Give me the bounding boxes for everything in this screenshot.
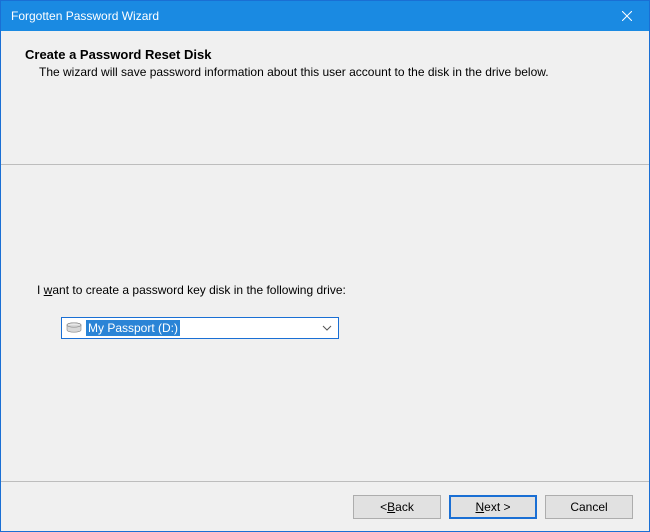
wizard-header: Create a Password Reset Disk The wizard … (1, 31, 649, 165)
page-title: Create a Password Reset Disk (25, 47, 625, 62)
close-icon (622, 9, 632, 24)
back-button[interactable]: < Back (353, 495, 441, 519)
next-button[interactable]: Next > (449, 495, 537, 519)
drive-icon (66, 322, 82, 334)
drive-prompt-label: I want to create a password key disk in … (37, 283, 346, 297)
window-title: Forgotten Password Wizard (11, 9, 159, 23)
drive-select-wrap: My Passport (D:) (61, 317, 339, 339)
close-button[interactable] (604, 1, 649, 31)
cancel-button[interactable]: Cancel (545, 495, 633, 519)
drive-select[interactable]: My Passport (D:) (61, 317, 339, 339)
titlebar: Forgotten Password Wizard (1, 1, 649, 31)
page-description: The wizard will save password informatio… (39, 64, 625, 81)
wizard-content: I want to create a password key disk in … (1, 165, 649, 481)
wizard-footer: < Back Next > Cancel (1, 481, 649, 531)
drive-select-value: My Passport (D:) (86, 320, 180, 336)
wizard-window: Forgotten Password Wizard Create a Passw… (0, 0, 650, 532)
chevron-down-icon (322, 325, 332, 331)
